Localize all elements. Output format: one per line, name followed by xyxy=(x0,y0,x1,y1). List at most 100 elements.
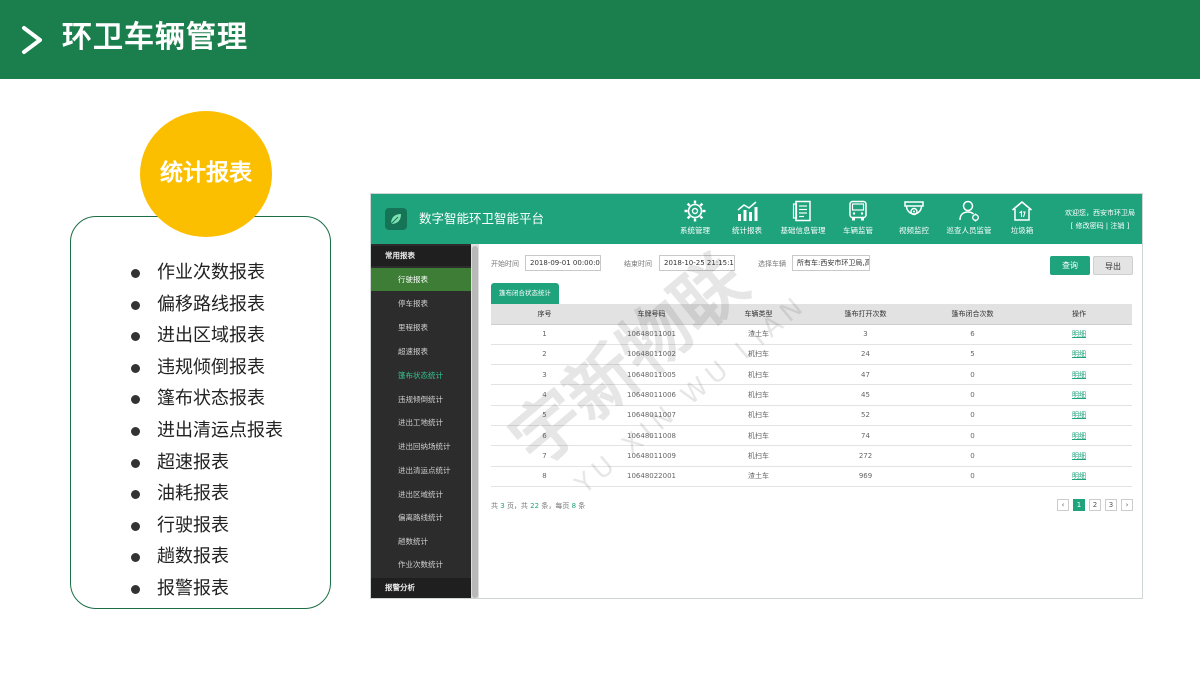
table-cell: 渣土车 xyxy=(705,466,812,487)
column-header[interactable]: 篷布打开次数 xyxy=(812,304,919,325)
column-header[interactable]: 操作 xyxy=(1026,304,1132,325)
nav-patrol-staff[interactable]: 巡查人员监管 xyxy=(939,198,999,242)
detail-link[interactable]: 明细 xyxy=(1072,350,1086,358)
tab-tarp-closure-stats[interactable]: 篷布闭合状态统计 xyxy=(491,283,559,304)
start-time-input[interactable]: 2018-09-01 00:00:00 xyxy=(525,255,601,271)
sidebar-section-common-reports[interactable]: 常用报表 xyxy=(371,246,471,266)
sidebar-section-alarm-analysis[interactable]: 报警分析 xyxy=(371,578,471,598)
sidebar-item-route-deviation[interactable]: 偏离路线统计 xyxy=(371,506,471,529)
sidebar-scrollbar[interactable] xyxy=(471,244,479,598)
sidebar-item-collection-point[interactable]: 进出清运点统计 xyxy=(371,459,471,482)
nav-statistics-reports[interactable]: 统计报表 xyxy=(725,198,769,242)
table-cell: 5 xyxy=(919,344,1026,366)
table-cell: 52 xyxy=(812,405,919,426)
table-row: 4 10648011006 机扫车 45 0 明细 xyxy=(491,384,1132,406)
nav-label: 视频监控 xyxy=(899,226,929,235)
nav-video-monitoring[interactable]: 视频监控 xyxy=(893,198,935,242)
table-row: 7 10648011009 机扫车 272 0 明细 xyxy=(491,445,1132,467)
nav-system-management[interactable]: 系统管理 xyxy=(671,198,719,242)
table-cell: 10648011008 xyxy=(598,425,705,447)
sidebar-item-illegal-dumping[interactable]: 违规倾倒统计 xyxy=(371,388,471,411)
table-cell: 渣土车 xyxy=(705,324,812,345)
nav-basic-info[interactable]: 基础信息管理 xyxy=(773,198,833,242)
table-cell: 6 xyxy=(491,425,598,447)
slide-header: 环卫车辆管理 xyxy=(0,0,1200,79)
table-cell: 机扫车 xyxy=(705,344,812,366)
table-cell: 3 xyxy=(491,364,598,386)
sidebar-item-operation-count[interactable]: 作业次数统计 xyxy=(371,553,471,576)
column-header[interactable]: 篷布闭合次数 xyxy=(919,304,1026,325)
nav-label: 车辆监管 xyxy=(843,226,873,235)
detail-link[interactable]: 明细 xyxy=(1072,472,1086,480)
list-item: 超速报表 xyxy=(129,447,283,479)
table-cell: 机扫车 xyxy=(705,425,812,447)
sidebar-item-mileage-report[interactable]: 里程报表 xyxy=(371,316,471,339)
sidebar-item-construction-site[interactable]: 进出工地统计 xyxy=(371,411,471,434)
pagination-prev-button[interactable]: ‹ xyxy=(1057,499,1069,511)
table-cell: 明细 xyxy=(1026,405,1132,426)
nav-garbage-bin[interactable]: 垃圾箱 xyxy=(1003,198,1041,242)
sidebar-item-speeding-report[interactable]: 超速报表 xyxy=(371,340,471,363)
column-header[interactable]: 车辆类型 xyxy=(705,304,812,325)
account-links[interactable]: [ 修改密码 | 注销 ] xyxy=(1059,220,1141,233)
table-cell: 明细 xyxy=(1026,384,1132,406)
leaf-logo-icon xyxy=(385,208,407,230)
table-cell: 10648022001 xyxy=(598,466,705,487)
pagination-next-button[interactable]: › xyxy=(1121,499,1133,511)
column-header[interactable]: 序号 xyxy=(491,304,598,325)
table-cell: 机扫车 xyxy=(705,405,812,426)
pagination-page-button[interactable]: 3 xyxy=(1105,499,1117,511)
list-item: 作业次数报表 xyxy=(129,257,283,289)
sidebar-item-trip-count[interactable]: 趟数统计 xyxy=(371,530,471,553)
detail-link[interactable]: 明细 xyxy=(1072,371,1086,379)
table-cell: 272 xyxy=(812,445,919,467)
table-cell: 0 xyxy=(919,425,1026,447)
list-item: 进出区域报表 xyxy=(129,320,283,352)
slide-title: 环卫车辆管理 xyxy=(62,20,248,55)
detail-link[interactable]: 明细 xyxy=(1072,391,1086,399)
table-cell: 1 xyxy=(491,324,598,345)
vehicle-select-input[interactable]: 所有车:西安市环卫局,高 xyxy=(792,255,870,271)
table-cell: 10648011007 xyxy=(598,405,705,426)
list-item: 趟数报表 xyxy=(129,541,283,573)
sidebar-item-parking-report[interactable]: 停车报表 xyxy=(371,292,471,315)
sidebar-item-area-entry[interactable]: 进出区域统计 xyxy=(371,483,471,506)
detail-link[interactable]: 明细 xyxy=(1072,411,1086,419)
nav-vehicle-supervision[interactable]: 车辆监管 xyxy=(837,198,879,242)
pagination-page-button[interactable]: 2 xyxy=(1089,499,1101,511)
table-cell: 74 xyxy=(812,425,919,447)
table-cell: 明细 xyxy=(1026,364,1132,386)
export-button[interactable]: 导出 xyxy=(1093,256,1133,275)
table-cell: 45 xyxy=(812,384,919,406)
scrollbar-thumb[interactable] xyxy=(472,246,478,598)
detail-link[interactable]: 明细 xyxy=(1072,330,1086,338)
table-cell: 10648011002 xyxy=(598,344,705,366)
table-cell: 24 xyxy=(812,344,919,366)
report-list-panel: 作业次数报表 偏移路线报表 进出区域报表 违规倾倒报表 篷布状态报表 进出清运点… xyxy=(70,216,331,609)
table-cell: 明细 xyxy=(1026,344,1132,366)
pagination-page-button[interactable]: 1 xyxy=(1073,499,1085,511)
vehicle-select-label: 选择车辆 xyxy=(758,260,786,268)
end-time-input[interactable]: 2018-10-25 21:15:14 xyxy=(659,255,735,271)
detail-link[interactable]: 明细 xyxy=(1072,432,1086,440)
bar-chart-icon xyxy=(737,201,758,221)
table-row: 6 10648011008 机扫车 74 0 明细 xyxy=(491,425,1132,447)
detail-link[interactable]: 明细 xyxy=(1072,452,1086,460)
sidebar-item-landfill[interactable]: 进出回纳场统计 xyxy=(371,435,471,458)
table-cell: 0 xyxy=(919,384,1026,406)
table-cell: 7 xyxy=(491,445,598,467)
table-cell: 10648011005 xyxy=(598,364,705,386)
list-item: 篷布状态报表 xyxy=(129,383,283,415)
search-button[interactable]: 查询 xyxy=(1050,256,1090,275)
sidebar-item-driving-report[interactable]: 行驶报表 xyxy=(371,268,471,291)
sidebar: 常用报表 行驶报表 停车报表 里程报表 超速报表 篷布状态统计 违规倾倒统计 进… xyxy=(371,244,471,598)
table-cell: 4 xyxy=(491,384,598,406)
table-cell: 47 xyxy=(812,364,919,386)
table-cell: 10648011006 xyxy=(598,384,705,406)
table-header-row: 序号 车牌号码 车辆类型 篷布打开次数 篷布闭合次数 操作 xyxy=(491,304,1132,325)
pagination-summary: 共 3 页，共 22 条，每页 8 条 xyxy=(491,501,585,511)
sidebar-item-tarp-status[interactable]: 篷布状态统计 xyxy=(371,364,471,387)
list-item: 进出清运点报表 xyxy=(129,415,283,447)
table-cell: 8 xyxy=(491,466,598,487)
column-header[interactable]: 车牌号码 xyxy=(598,304,705,325)
